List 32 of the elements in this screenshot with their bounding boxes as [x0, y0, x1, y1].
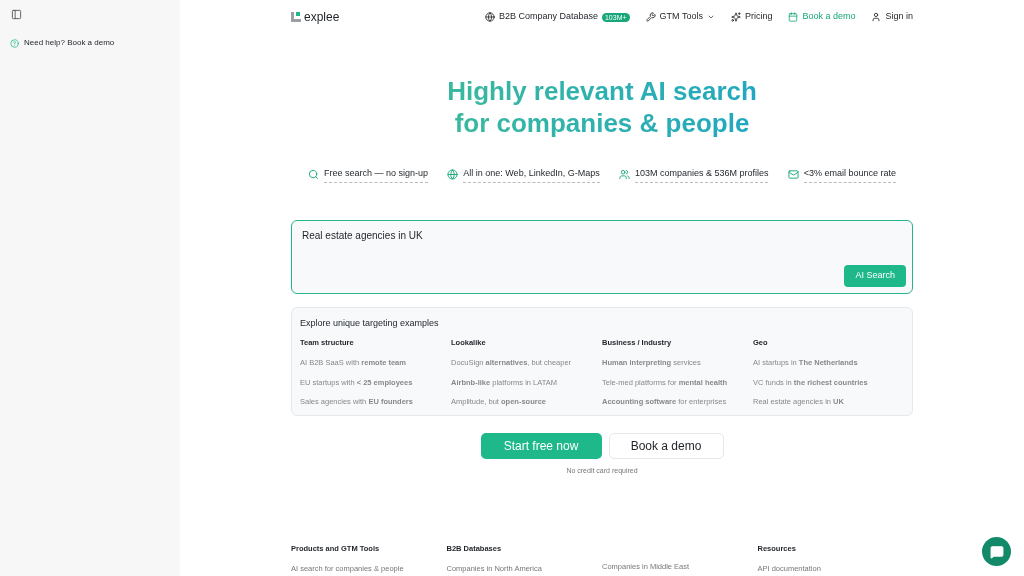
feature-text: All in one: Web, LinkedIn, G-Maps — [463, 167, 600, 183]
book-demo-button[interactable]: Book a demo — [608, 433, 724, 459]
calendar-icon — [788, 12, 799, 22]
hero-title: Highly relevant AI search for companies & people — [446, 75, 758, 139]
search-box[interactable]: Real estate agencies in UK AI Search — [291, 219, 913, 294]
globe-icon — [484, 12, 495, 22]
help-icon — [10, 38, 19, 48]
feature-text: <3% email bounce rate — [803, 167, 896, 183]
user-icon — [871, 12, 882, 22]
nav-link[interactable]: Sign in — [871, 10, 913, 24]
chevron-down-icon — [706, 13, 715, 21]
chat-icon — [989, 544, 1004, 559]
nav-link[interactable]: Book a demo — [788, 10, 856, 24]
nav-link[interactable]: Pricing — [730, 10, 773, 24]
globe-icon — [447, 169, 459, 181]
chat-button[interactable] — [982, 537, 1011, 566]
feature-text: 103M companies & 536M profiles — [634, 167, 769, 183]
mail-icon — [787, 169, 799, 181]
start-free-button[interactable]: Start free now — [480, 433, 602, 459]
nav-link[interactable]: GTM Tools — [645, 10, 715, 24]
help-link[interactable]: Need help? Book a demo — [10, 37, 170, 49]
search-icon — [308, 169, 319, 181]
examples-title: Explore unique targeting examples — [300, 316, 440, 330]
sparkle-icon — [730, 12, 741, 22]
logo-icon — [291, 12, 301, 22]
users-icon — [618, 169, 630, 181]
sidebar-toggle-icon[interactable] — [11, 9, 22, 20]
feature-text: Free search — no sign-up — [324, 167, 429, 183]
ai-search-button[interactable]: AI Search — [844, 264, 906, 287]
logo-text[interactable]: explee — [304, 7, 340, 26]
search-input[interactable]: Real estate agencies in UK — [302, 226, 906, 265]
wrench-icon — [645, 12, 656, 22]
